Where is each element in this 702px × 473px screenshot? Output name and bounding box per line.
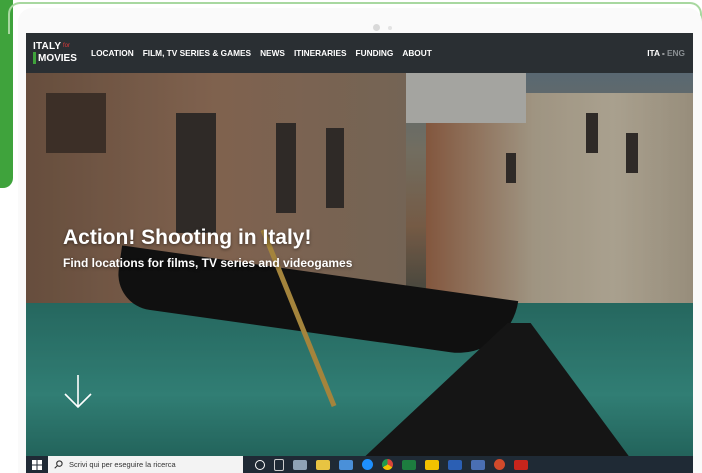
menu-item-about[interactable]: ABOUT [402,48,432,58]
hero-title: Action! Shooting in Italy! [63,226,312,249]
lang-eng[interactable]: ENG [667,48,685,58]
word-icon[interactable] [448,459,462,470]
sticky-notes-icon[interactable] [425,459,439,470]
language-switcher: ITA - ENG [647,48,685,58]
acrobat-icon[interactable] [514,459,528,470]
browser-screen: ITALY for MOVIES LOCATION FILM, TV SERIE… [26,33,693,473]
powerpoint-icon[interactable] [494,459,505,470]
menu-item-funding[interactable]: FUNDING [356,48,394,58]
store-icon[interactable] [339,459,353,470]
hero-subtitle: Find locations for films, TV series and … [63,256,353,270]
task-view-icon[interactable] [274,458,284,471]
search-placeholder: Scrivi qui per eseguire la ricerca [69,460,176,469]
menu-item-film-tv-games[interactable]: FILM, TV SERIES & GAMES [143,48,251,58]
people-icon[interactable] [293,459,307,470]
arrow-down-icon[interactable] [62,373,94,413]
camera-dot [373,24,380,31]
menu-item-news[interactable]: NEWS [260,48,285,58]
excel-icon[interactable] [402,459,416,470]
taskbar-search-box[interactable]: Scrivi qui per eseguire la ricerca [48,456,243,473]
chrome-icon[interactable] [382,459,393,470]
lang-ita[interactable]: ITA [647,48,659,58]
file-explorer-icon[interactable] [316,459,330,470]
windows-start-icon[interactable] [26,456,48,473]
logo-text-movies: MOVIES [38,53,77,64]
logo-flag-bar [33,52,36,64]
logo-text-italy: ITALY [33,41,62,52]
outlook-icon[interactable] [471,459,485,470]
lang-separator: - [659,48,668,58]
cortana-icon[interactable] [255,459,265,470]
sensor-dot [388,26,392,30]
windows-taskbar: Scrivi qui per eseguire la ricerca [26,456,693,473]
main-menu: LOCATION FILM, TV SERIES & GAMES NEWS IT… [91,48,441,58]
menu-item-itineraries[interactable]: ITINERARIES [294,48,347,58]
skype-icon[interactable] [362,459,373,470]
menu-item-location[interactable]: LOCATION [91,48,134,58]
top-navigation: ITALY for MOVIES LOCATION FILM, TV SERIE… [26,33,693,73]
logo-text-for: for [63,43,71,49]
search-icon [54,460,63,469]
site-logo[interactable]: ITALY for MOVIES [33,39,81,67]
